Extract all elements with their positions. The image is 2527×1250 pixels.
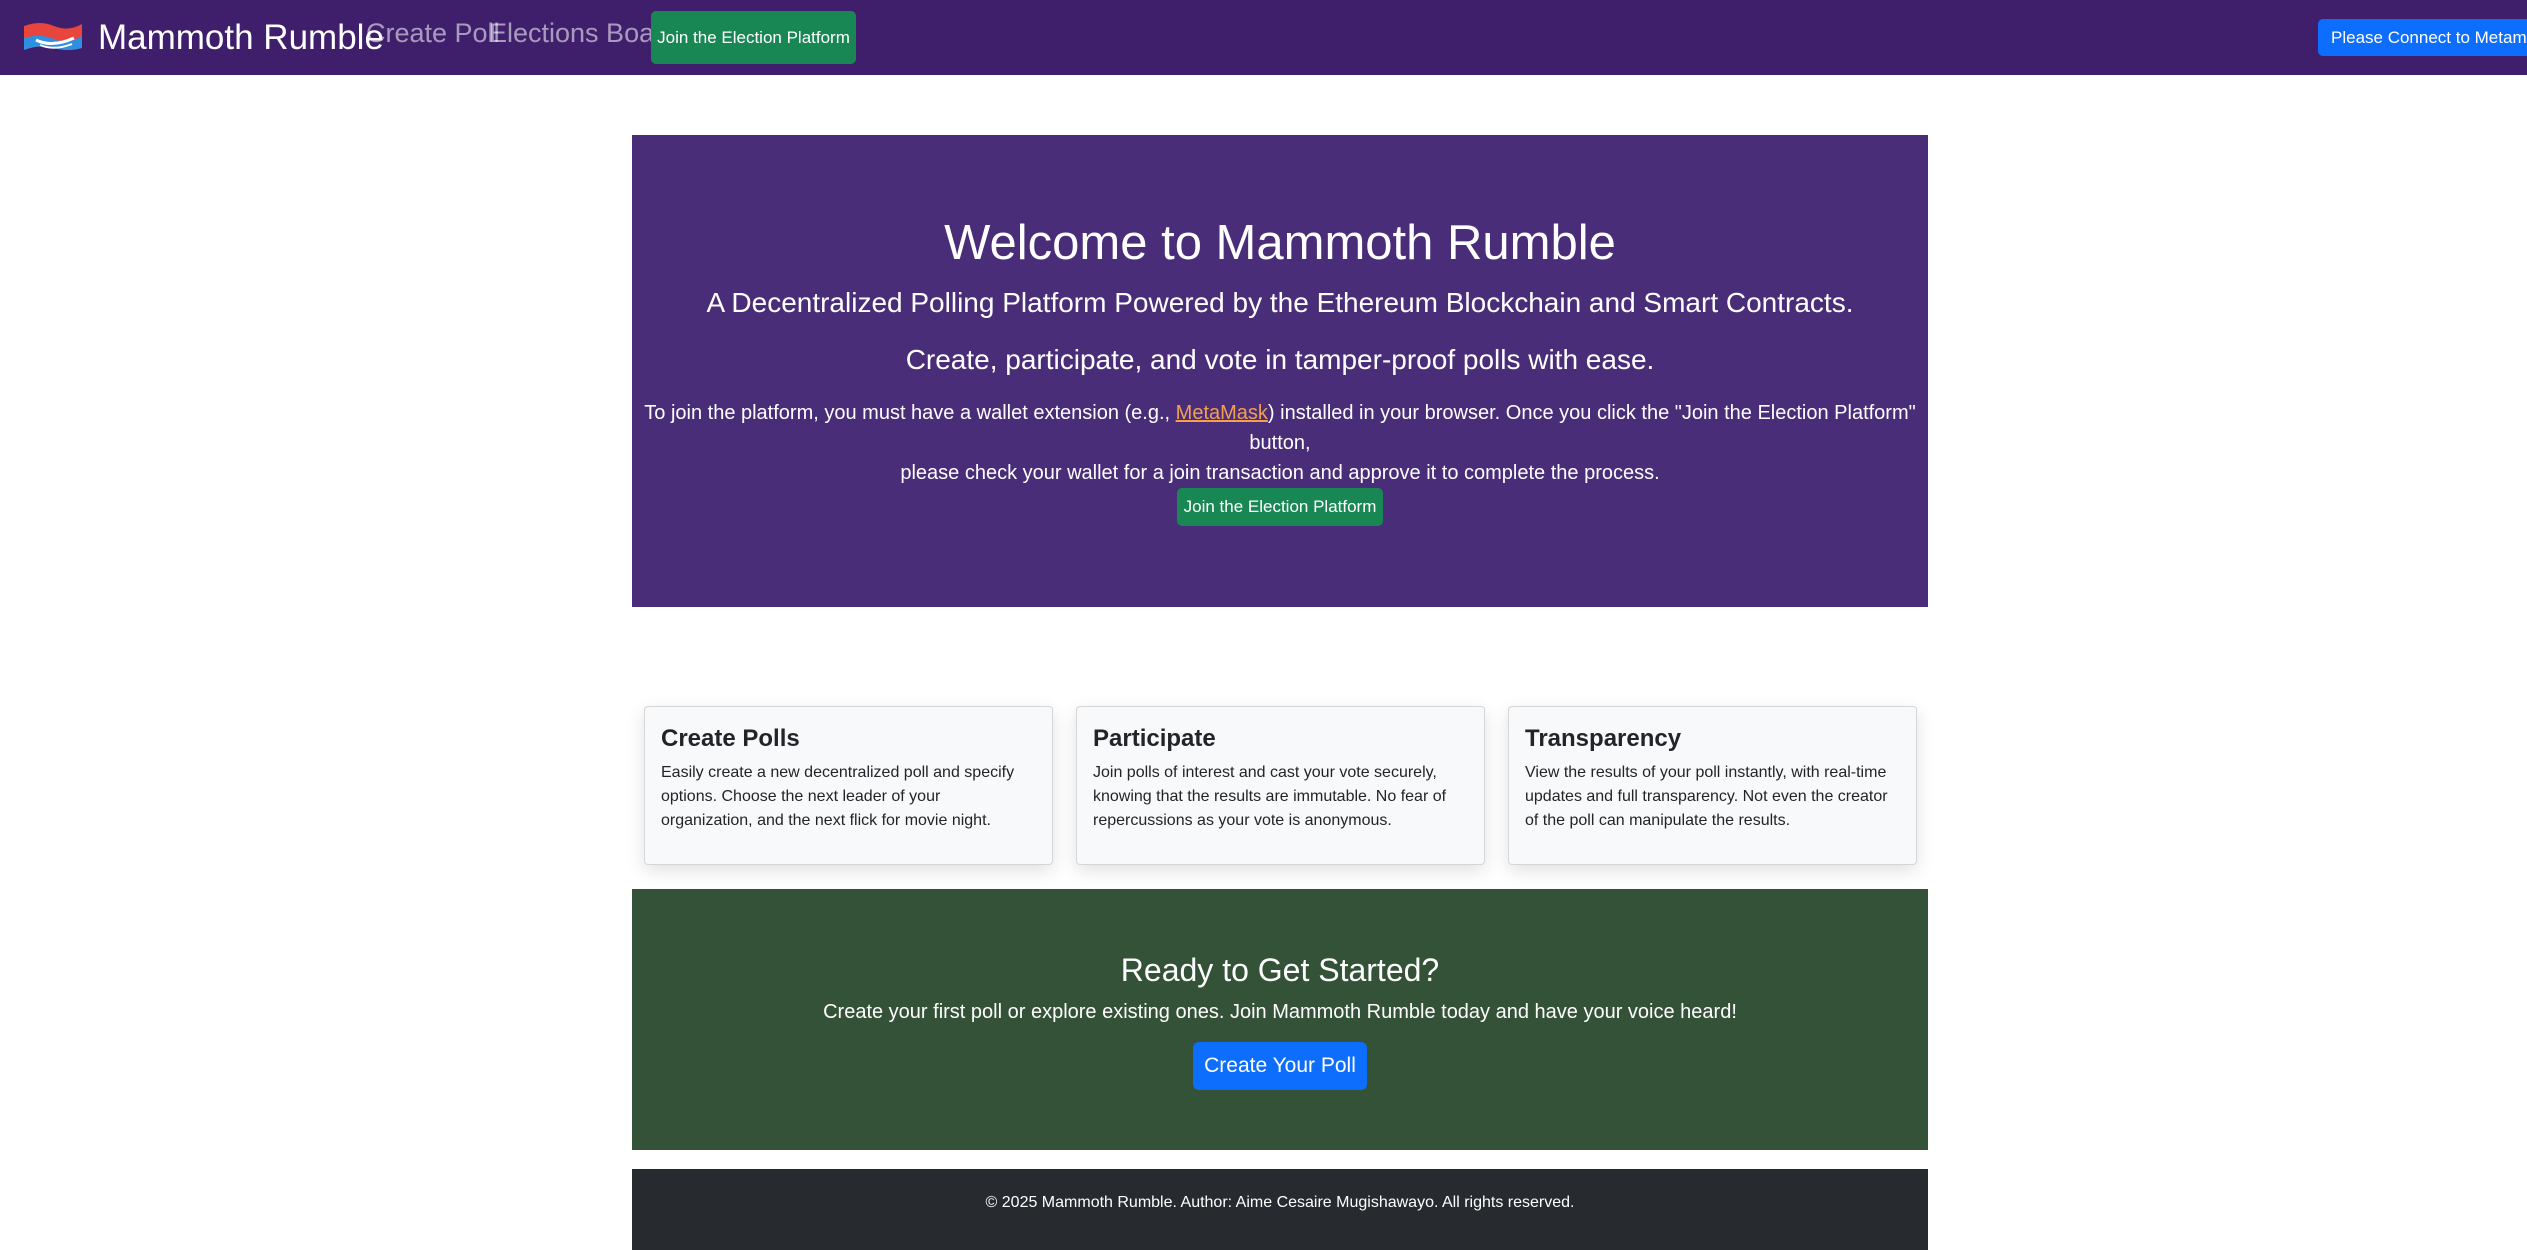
feature-card-title: Transparency	[1525, 725, 1682, 752]
hero-section: Welcome to Mammoth Rumble A Decentralize…	[632, 135, 1928, 607]
brand-link[interactable]: Mammoth Rumble	[22, 10, 384, 65]
hero-note-after: ) installed in your browser. Once you cl…	[1249, 402, 1916, 454]
brand-name: Mammoth Rumble	[98, 17, 384, 57]
feature-card-text: Easily create a new decentralized poll a…	[661, 764, 1015, 829]
hero-note-line2: please check your wallet for a join tran…	[900, 462, 1660, 484]
waving-flag-logo-icon	[24, 22, 82, 50]
nav-link-elections-board[interactable]: Elections Board	[489, 18, 678, 49]
feature-card-participate: Participate Join polls of interest and c…	[1076, 706, 1485, 865]
metamask-link[interactable]: MetaMask	[1176, 402, 1268, 424]
feature-card-create-polls: Create Polls Easily create a new decentr…	[644, 706, 1053, 865]
hero-subtitle: A Decentralized Polling Platform Powered…	[706, 287, 1854, 318]
hero-instructions: To join the platform, you must have a wa…	[642, 398, 1918, 488]
feature-card-transparency: Transparency View the results of your po…	[1508, 706, 1917, 865]
hero-title: Welcome to Mammoth Rumble	[944, 216, 1616, 270]
feature-card-text: View the results of your poll instantly,…	[1525, 764, 1888, 829]
feature-card-title: Create Polls	[661, 725, 800, 752]
feature-card-text: Join polls of interest and cast your vot…	[1093, 764, 1447, 829]
hero-join-button[interactable]: Join the Election Platform	[1177, 488, 1383, 526]
page-footer: © 2025 Mammoth Rumble. Author: Aime Cesa…	[632, 1169, 1928, 1250]
hero-lead: Create, participate, and vote in tamper-…	[905, 344, 1655, 375]
cta-title: Ready to Get Started?	[1120, 952, 1440, 988]
get-started-section: Ready to Get Started? Create your first …	[632, 889, 1928, 1150]
create-your-poll-button[interactable]: Create Your Poll	[1193, 1042, 1367, 1090]
top-navbar: Mammoth Rumble Create Poll Elections Boa…	[0, 0, 2527, 75]
hero-note-before: To join the platform, you must have a wa…	[644, 402, 1176, 424]
connect-metamask-button[interactable]: Please Connect to Metamask	[2318, 19, 2527, 56]
feature-card-title: Participate	[1093, 725, 1216, 752]
footer-copyright: © 2025 Mammoth Rumble. Author: Aime Cesa…	[985, 1194, 1575, 1211]
nav-join-button[interactable]: Join the Election Platform	[651, 11, 856, 64]
cta-text: Create your first poll or explore existi…	[823, 1001, 1737, 1023]
nav-link-create-poll[interactable]: Create Poll	[366, 18, 500, 49]
